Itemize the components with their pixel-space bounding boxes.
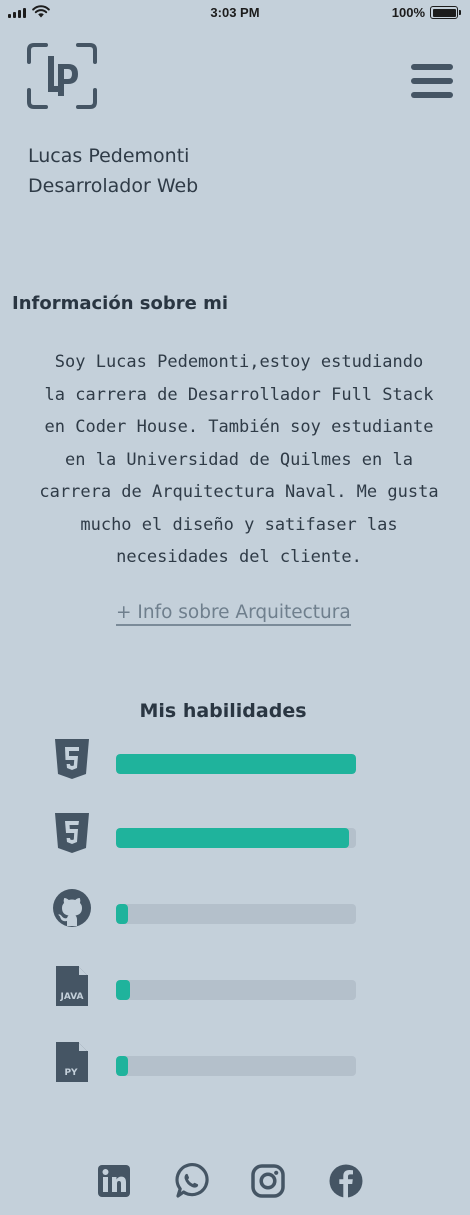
skill-bar-github (116, 904, 356, 924)
skill-row-css3 (52, 812, 362, 860)
github-icon (53, 889, 91, 927)
person-name: Lucas Pedemonti (28, 145, 190, 167)
svg-text:JAVA: JAVA (59, 992, 83, 1002)
status-bar: 3:03 PM 100% (0, 0, 470, 26)
more-info-link[interactable]: + Info sobre Arquitectura (116, 602, 351, 626)
skill-row-html5 (52, 738, 362, 786)
hamburger-menu-icon[interactable] (410, 62, 454, 100)
lp-logo-icon[interactable] (26, 42, 98, 110)
skill-bar-java (116, 980, 356, 1000)
skill-row-python: PY (52, 1040, 362, 1088)
linkedin-icon[interactable] (96, 1163, 132, 1199)
skill-fill-python (116, 1056, 128, 1076)
skill-bar-css3 (116, 828, 356, 848)
skill-fill-html5 (116, 754, 356, 774)
css3-icon (55, 813, 89, 853)
svg-text:PY: PY (64, 1068, 78, 1078)
skill-row-github (52, 888, 362, 936)
about-paragraph: Soy Lucas Pedemonti,estoy estudiando la … (39, 352, 439, 567)
skill-bar-python (116, 1056, 356, 1076)
status-right: 100% (391, 5, 461, 20)
person-role: Desarrolador Web (28, 175, 199, 197)
skills-heading: Mis habilidades (139, 700, 307, 722)
battery-percentage: 100% (391, 5, 425, 20)
skill-fill-java (116, 980, 131, 1000)
skill-bar-html5 (116, 754, 356, 774)
skill-fill-css3 (116, 828, 349, 848)
whatsapp-icon[interactable] (173, 1163, 209, 1199)
social-links (0, 1163, 470, 1203)
facebook-icon[interactable] (328, 1163, 364, 1199)
about-heading: Información sobre mi (12, 293, 229, 314)
identity: Lucas Pedemonti Desarrolador Web (28, 141, 198, 201)
skill-fill-github (116, 904, 128, 924)
battery-icon (430, 6, 461, 19)
java-file-icon: JAVA (56, 966, 88, 1006)
python-file-icon: PY (56, 1042, 88, 1082)
skill-row-java: JAVA (52, 964, 362, 1012)
html5-icon (55, 739, 89, 779)
instagram-icon[interactable] (250, 1163, 286, 1199)
